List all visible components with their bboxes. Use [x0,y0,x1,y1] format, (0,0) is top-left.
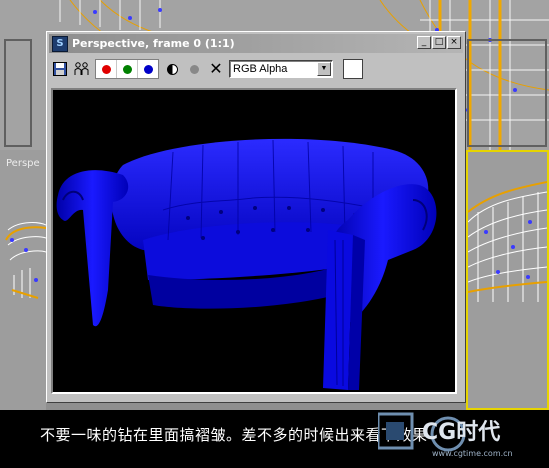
render-canvas [51,88,457,394]
maximize-button[interactable]: □ [432,36,446,49]
watermark-brand: CG时代 [422,420,501,445]
channel-toggle-group [95,59,159,79]
wireframe-right [468,181,547,302]
monochrome-button[interactable] [185,60,203,78]
save-bitmap-button[interactable] [51,60,69,78]
left-viewport[interactable] [0,150,46,410]
dropdown-arrow-icon[interactable]: ▼ [317,62,331,76]
channel-select-value: RGB Alpha [233,63,288,75]
channel-display-select[interactable]: RGB Alpha ▼ [229,60,333,78]
alpha-channel-button[interactable] [163,60,181,78]
x-icon: ✕ [209,59,223,78]
green-channel-button[interactable] [117,60,138,78]
viewport-label: Perspe [6,158,40,169]
clone-window-button[interactable] [73,60,91,78]
subtitle-text: 不要一味的钻在里面搞褶皱。差不多的时候出来看下效果 [40,426,428,444]
red-channel-button[interactable] [96,60,117,78]
window-controls: _ □ × [417,36,461,49]
gray-dot-icon [189,64,199,74]
window-titlebar[interactable]: S Perspective, frame 0 (1:1) _ □ × [49,34,463,53]
minimize-button[interactable]: _ [417,36,431,49]
half-circle-icon [166,63,178,75]
close-button[interactable]: × [447,36,461,49]
green-dot-icon [122,64,132,74]
blue-dot-icon [143,64,153,74]
clear-button[interactable]: ✕ [207,60,225,78]
window-title: Perspective, frame 0 (1:1) [72,37,235,50]
wireframe-left [5,222,46,299]
watermark-url: www.cgtime.com.cn [432,449,513,458]
blue-channel-button[interactable] [138,60,158,78]
clone-people-icon [74,62,89,75]
red-dot-icon [101,64,111,74]
rendered-frame-window[interactable]: S Perspective, frame 0 (1:1) _ □ × ✕ RGB… [46,31,466,403]
floppy-disk-icon [53,62,67,76]
3dsmax-app-icon: S [52,35,68,52]
render-toolbar: ✕ RGB Alpha ▼ [51,56,461,82]
color-swatch[interactable] [343,59,363,79]
right-viewport-active[interactable] [466,150,549,410]
rendered-sofa-image [56,138,437,390]
